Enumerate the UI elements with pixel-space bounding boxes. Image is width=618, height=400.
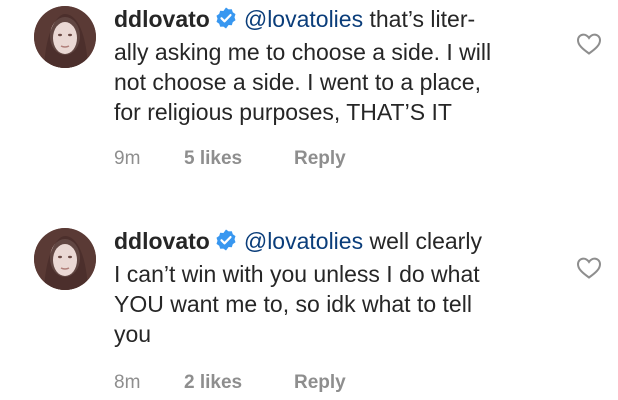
comment-text: that’s liter- xyxy=(363,6,476,32)
comment-meta: 8m 2 likes Reply xyxy=(114,372,346,394)
timestamp: 8m xyxy=(114,372,141,393)
comment-text: ally asking me to choose a side. I will xyxy=(114,39,492,65)
avatar[interactable] xyxy=(34,6,96,68)
comment-text: YOU want me to, so idk what to tell xyxy=(114,291,472,317)
reply-button[interactable]: Reply xyxy=(294,372,346,394)
comment-text: not choose a side. I went to a place, xyxy=(114,69,481,95)
comment-text: well clearly xyxy=(363,228,482,254)
heart-icon[interactable] xyxy=(576,256,602,280)
timestamp: 9m xyxy=(114,148,141,169)
comment-body: ddlovato @lovatolies well clearly I can’t… xyxy=(114,226,554,349)
avatar[interactable] xyxy=(34,228,96,290)
comment-text: you xyxy=(114,321,152,347)
comment-text: for religious purposes, THAT’S IT xyxy=(114,99,452,125)
comment-text: I can’t win with you unless I do what xyxy=(114,261,480,287)
likes-count[interactable]: 5 likes xyxy=(184,148,294,170)
comment: ddlovato @lovatolies well clearly I can’t… xyxy=(0,222,618,400)
mention-link[interactable]: @lovatolies xyxy=(244,6,363,32)
likes-count[interactable]: 2 likes xyxy=(184,372,294,394)
comment: ddlovato @lovatolies that’s liter- ally a… xyxy=(0,0,618,200)
mention-link[interactable]: @lovatolies xyxy=(244,228,363,254)
reply-button[interactable]: Reply xyxy=(294,148,346,170)
comment-body: ddlovato @lovatolies that’s liter- ally a… xyxy=(114,4,554,127)
verified-badge-icon xyxy=(214,6,238,37)
username[interactable]: ddlovato xyxy=(114,6,210,32)
username[interactable]: ddlovato xyxy=(114,228,210,254)
heart-icon[interactable] xyxy=(576,32,602,56)
comment-meta: 9m 5 likes Reply xyxy=(114,148,346,170)
verified-badge-icon xyxy=(214,228,238,259)
